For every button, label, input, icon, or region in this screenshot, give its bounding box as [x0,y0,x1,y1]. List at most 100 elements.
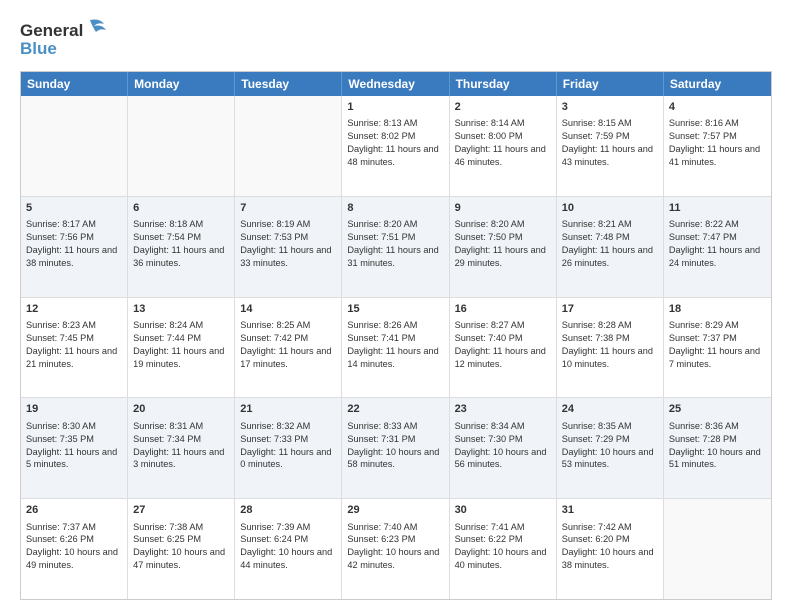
calendar-row-4: 19Sunrise: 8:30 AMSunset: 7:35 PMDayligh… [21,397,771,498]
day-info: Sunrise: 7:37 AM [26,521,122,534]
day-info: Sunrise: 8:20 AM [455,218,551,231]
day-number: 18 [669,302,766,317]
day-info: Sunset: 7:38 PM [562,332,658,345]
day-info: Sunrise: 8:30 AM [26,420,122,433]
day-info: Daylight: 11 hours and 17 minutes. [240,345,336,371]
day-info: Sunset: 7:35 PM [26,433,122,446]
day-info: Sunset: 7:45 PM [26,332,122,345]
day-info: Daylight: 10 hours and 58 minutes. [347,446,443,472]
day-info: Sunset: 7:30 PM [455,433,551,446]
day-info: Sunrise: 8:29 AM [669,319,766,332]
day-number: 1 [347,100,443,115]
day-info: Sunset: 6:24 PM [240,533,336,546]
page: General Blue SundayMondayTuesdayWednesda… [0,0,792,612]
day-number: 23 [455,402,551,417]
calendar-body: 1Sunrise: 8:13 AMSunset: 8:02 PMDaylight… [21,96,771,599]
day-info: Daylight: 11 hours and 10 minutes. [562,345,658,371]
day-info: Sunset: 7:47 PM [669,231,766,244]
day-info: Daylight: 11 hours and 48 minutes. [347,143,443,169]
day-info: Sunset: 8:02 PM [347,130,443,143]
day-info: Daylight: 10 hours and 51 minutes. [669,446,766,472]
day-number: 28 [240,503,336,518]
day-number: 9 [455,201,551,216]
day-info: Daylight: 11 hours and 3 minutes. [133,446,229,472]
day-info: Sunrise: 8:24 AM [133,319,229,332]
header-cell-monday: Monday [128,72,235,96]
calendar-cell: 18Sunrise: 8:29 AMSunset: 7:37 PMDayligh… [664,298,771,398]
calendar-cell: 16 Sunrise: 8:27 AMSunset: 7:40 PMDayligh… [450,298,557,398]
day-number: 29 [347,503,443,518]
day-info: Daylight: 11 hours and 19 minutes. [133,345,229,371]
day-info: Daylight: 11 hours and 26 minutes. [562,244,658,270]
calendar-cell [21,96,128,196]
calendar-cell: 27Sunrise: 7:38 AMSunset: 6:25 PMDayligh… [128,499,235,599]
day-info: Sunrise: 8:14 AM [455,117,551,130]
day-info: Sunset: 6:20 PM [562,533,658,546]
day-info: Daylight: 11 hours and 12 minutes. [455,345,551,371]
day-info: Sunrise: 8:20 AM [347,218,443,231]
calendar-row-3: 12Sunrise: 8:23 AMSunset: 7:45 PMDayligh… [21,297,771,398]
day-info: Daylight: 10 hours and 40 minutes. [455,546,551,572]
day-number: 4 [669,100,766,115]
calendar-cell: 5Sunrise: 8:17 AMSunset: 7:56 PMDaylight… [21,197,128,297]
day-info: Daylight: 11 hours and 0 minutes. [240,446,336,472]
day-info: Daylight: 11 hours and 5 minutes. [26,446,122,472]
calendar-cell: 4Sunrise: 8:16 AMSunset: 7:57 PMDaylight… [664,96,771,196]
calendar-cell: 8Sunrise: 8:20 AMSunset: 7:51 PMDaylight… [342,197,449,297]
day-number: 13 [133,302,229,317]
day-number: 22 [347,402,443,417]
day-info: Sunrise: 8:28 AM [562,319,658,332]
calendar-cell: 19Sunrise: 8:30 AMSunset: 7:35 PMDayligh… [21,398,128,498]
day-info: Sunrise: 8:27 AM [455,319,551,332]
day-info: Sunset: 7:50 PM [455,231,551,244]
day-info: Sunset: 7:40 PM [455,332,551,345]
calendar-cell: 31Sunrise: 7:42 AMSunset: 6:20 PMDayligh… [557,499,664,599]
calendar-cell: 9Sunrise: 8:20 AMSunset: 7:50 PMDaylight… [450,197,557,297]
day-info: Sunrise: 8:26 AM [347,319,443,332]
day-info: Sunset: 6:22 PM [455,533,551,546]
day-info: Sunset: 8:00 PM [455,130,551,143]
day-info: Daylight: 11 hours and 36 minutes. [133,244,229,270]
day-info: Sunset: 7:41 PM [347,332,443,345]
header-cell-saturday: Saturday [664,72,771,96]
day-info: Sunrise: 8:36 AM [669,420,766,433]
day-info: Sunset: 7:56 PM [26,231,122,244]
calendar-row-5: 26Sunrise: 7:37 AMSunset: 6:26 PMDayligh… [21,498,771,599]
day-info: Sunset: 6:25 PM [133,533,229,546]
day-number: 15 [347,302,443,317]
calendar-cell: 17Sunrise: 8:28 AMSunset: 7:38 PMDayligh… [557,298,664,398]
day-info: Sunset: 7:57 PM [669,130,766,143]
day-info: Sunrise: 8:32 AM [240,420,336,433]
day-info: Daylight: 11 hours and 21 minutes. [26,345,122,371]
calendar-cell: 10Sunrise: 8:21 AMSunset: 7:48 PMDayligh… [557,197,664,297]
calendar: SundayMondayTuesdayWednesdayThursdayFrid… [20,71,772,600]
calendar-cell: 22Sunrise: 8:33 AMSunset: 7:31 PMDayligh… [342,398,449,498]
day-info: Sunset: 7:34 PM [133,433,229,446]
calendar-cell [235,96,342,196]
calendar-cell: 13Sunrise: 8:24 AMSunset: 7:44 PMDayligh… [128,298,235,398]
day-info: Sunset: 7:42 PM [240,332,336,345]
day-info: Daylight: 11 hours and 41 minutes. [669,143,766,169]
calendar-cell: 25Sunrise: 8:36 AMSunset: 7:28 PMDayligh… [664,398,771,498]
day-number: 16 [455,302,551,317]
day-info: Sunrise: 8:31 AM [133,420,229,433]
calendar-row-2: 5Sunrise: 8:17 AMSunset: 7:56 PMDaylight… [21,196,771,297]
day-info: Sunrise: 8:34 AM [455,420,551,433]
day-info: Daylight: 11 hours and 43 minutes. [562,143,658,169]
calendar-cell: 7Sunrise: 8:19 AMSunset: 7:53 PMDaylight… [235,197,342,297]
day-info: Sunrise: 7:38 AM [133,521,229,534]
day-info: Sunset: 7:33 PM [240,433,336,446]
day-number: 26 [26,503,122,518]
day-number: 25 [669,402,766,417]
day-number: 24 [562,402,658,417]
day-number: 14 [240,302,336,317]
day-info: Sunrise: 8:21 AM [562,218,658,231]
day-info: Sunset: 7:51 PM [347,231,443,244]
day-info: Sunset: 7:31 PM [347,433,443,446]
calendar-row-1: 1Sunrise: 8:13 AMSunset: 8:02 PMDaylight… [21,96,771,196]
calendar-cell: 26Sunrise: 7:37 AMSunset: 6:26 PMDayligh… [21,499,128,599]
header: General Blue [20,16,772,63]
day-info: Sunrise: 8:22 AM [669,218,766,231]
calendar-cell: 20Sunrise: 8:31 AMSunset: 7:34 PMDayligh… [128,398,235,498]
day-info: Sunset: 7:59 PM [562,130,658,143]
